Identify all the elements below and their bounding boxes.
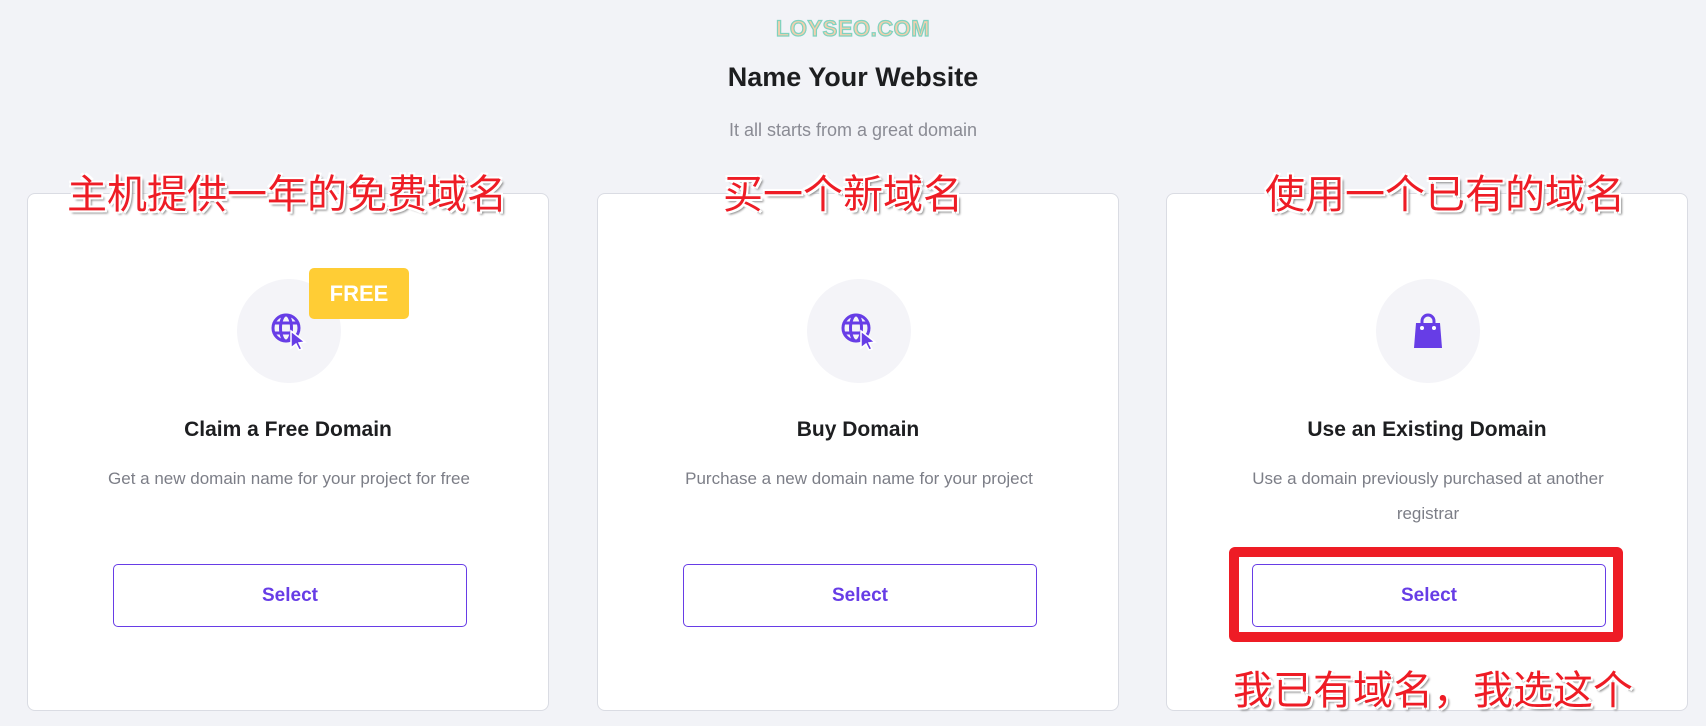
globe-cursor-icon [271, 313, 307, 351]
annotation-buy-domain: 买一个新域名 [723, 172, 963, 218]
select-buy-domain-button[interactable]: Select [683, 564, 1037, 627]
page-subtitle: It all starts from a great domain [728, 120, 978, 140]
card-description: Purchase a new domain name for your proj… [685, 469, 1033, 488]
watermark-logo: LOYSEO.COM [775, 15, 931, 41]
card-buy-domain: Buy Domain Purchase a new domain name fo… [597, 193, 1119, 711]
highlight-box [1229, 547, 1623, 642]
select-free-domain-button[interactable]: Select [113, 564, 467, 627]
card-title: Claim a Free Domain [184, 418, 392, 441]
annotation-choice: 我已有域名，我选这个 [1233, 668, 1633, 714]
globe-cursor-icon [841, 313, 877, 351]
icon-circle [807, 279, 911, 383]
page-title: Name Your Website [727, 62, 979, 92]
card-description: Use a domain previously purchased at ano… [1252, 469, 1604, 523]
card-title: Use an Existing Domain [1307, 418, 1547, 441]
free-badge: FREE [309, 268, 409, 319]
annotation-free-domain: 主机提供一年的免费域名 [67, 172, 507, 218]
card-title: Buy Domain [796, 418, 920, 441]
annotation-existing-domain: 使用一个已有的域名 [1265, 172, 1625, 218]
card-description: Get a new domain name for your project f… [108, 469, 470, 488]
shopping-bag-icon [1414, 313, 1442, 348]
icon-circle [1376, 279, 1480, 383]
card-claim-free-domain: FREE Claim a Free Domain Get a new domai… [27, 193, 549, 711]
